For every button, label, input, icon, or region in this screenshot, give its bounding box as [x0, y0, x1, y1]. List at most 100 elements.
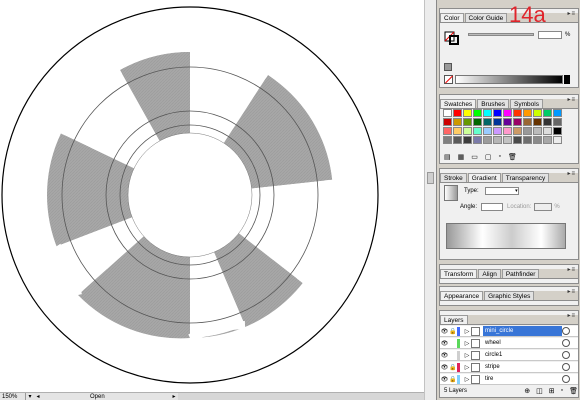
new-swatch-icon[interactable]: ▫ [499, 153, 501, 161]
tab-graphic-styles[interactable]: Graphic Styles [484, 291, 535, 300]
last-color-icon[interactable] [444, 63, 452, 71]
swatch[interactable] [533, 136, 542, 144]
swatch[interactable] [503, 127, 512, 135]
swatch[interactable] [503, 136, 512, 144]
gradient-slider[interactable] [446, 223, 566, 249]
visibility-eye-icon[interactable]: 👁 [440, 376, 449, 383]
tab-symbols[interactable]: Symbols [510, 99, 543, 108]
swatch[interactable] [483, 118, 492, 126]
swatch[interactable] [493, 118, 502, 126]
swatch[interactable] [473, 136, 482, 144]
panel-menu-icon[interactable]: ▸≡ [567, 170, 576, 177]
gradient-preview[interactable] [444, 185, 458, 201]
tab-layers[interactable]: Layers [440, 315, 468, 324]
swatch[interactable] [553, 127, 562, 135]
target-circle-icon[interactable] [562, 327, 570, 335]
swatch[interactable] [493, 127, 502, 135]
swatch[interactable] [453, 136, 462, 144]
visibility-eye-icon[interactable]: 👁 [440, 364, 449, 371]
panel-menu-icon[interactable]: ▸≡ [567, 288, 576, 295]
panel-menu-icon[interactable]: ▸≡ [567, 10, 576, 17]
locate-object-icon[interactable]: ⊕ [524, 387, 530, 395]
swatch[interactable] [543, 109, 552, 117]
swatch[interactable] [463, 118, 472, 126]
delete-swatch-icon[interactable]: 🗑 [508, 153, 517, 161]
location-field[interactable] [534, 203, 553, 211]
tab-gradient[interactable]: Gradient [467, 173, 501, 182]
tab-stroke[interactable]: Stroke [440, 173, 467, 182]
swatch[interactable] [453, 118, 462, 126]
panel-menu-icon[interactable]: ▸≡ [567, 96, 576, 103]
swatch[interactable] [523, 136, 532, 144]
angle-field[interactable] [481, 203, 504, 211]
make-clipping-mask-icon[interactable]: ◫ [536, 387, 543, 395]
visibility-eye-icon[interactable]: 👁 [440, 352, 449, 359]
layer-row[interactable]: 👁 ▷ wheel [440, 338, 578, 349]
horizontal-scrollbar[interactable] [178, 393, 424, 400]
fill-stroke-icon[interactable] [444, 31, 460, 45]
new-color-group-icon[interactable]: ▢ [485, 153, 492, 161]
swatch[interactable] [543, 127, 552, 135]
target-circle-icon[interactable] [562, 351, 570, 359]
scroll-thumb[interactable] [427, 172, 434, 184]
swatch[interactable] [493, 136, 502, 144]
tab-color-guide[interactable]: Color Guide [464, 13, 508, 22]
swatch[interactable] [513, 118, 522, 126]
vertical-scrollbar[interactable] [424, 0, 436, 400]
lock-icon[interactable]: 🔒 [449, 328, 457, 335]
expand-triangle-icon[interactable]: ▷ [463, 352, 471, 359]
target-circle-icon[interactable] [562, 339, 570, 347]
swatch[interactable] [463, 109, 472, 117]
swatch[interactable] [553, 136, 562, 144]
swatch[interactable] [473, 127, 482, 135]
panel-menu-icon[interactable]: ▸≡ [567, 266, 576, 273]
swatch[interactable] [493, 109, 502, 117]
layer-name[interactable]: wheel [483, 338, 562, 348]
tint-slider[interactable] [468, 33, 534, 36]
wheel-artwork[interactable] [0, 0, 424, 392]
tab-transparency[interactable]: Transparency [501, 173, 550, 182]
color-spectrum-bar[interactable] [444, 75, 570, 84]
tab-color[interactable]: Color [440, 13, 464, 22]
new-sublayer-icon[interactable]: ⊞ [549, 387, 555, 395]
tab-pathfinder[interactable]: Pathfinder [501, 269, 540, 278]
layer-row[interactable]: 👁 🔒 ▷ tire [440, 374, 578, 385]
target-circle-icon[interactable] [562, 363, 570, 371]
status-menu-icon[interactable]: ▸ [170, 393, 178, 400]
expand-triangle-icon[interactable]: ▷ [463, 328, 471, 335]
layer-name[interactable]: tire [483, 374, 562, 384]
swatch[interactable] [523, 109, 532, 117]
swatch[interactable] [443, 136, 452, 144]
artboard-prev-icon[interactable]: ◂ [34, 393, 42, 400]
tab-swatches[interactable]: Swatches [440, 99, 477, 108]
swatch[interactable] [483, 109, 492, 117]
swatch[interactable] [533, 118, 542, 126]
layer-name[interactable]: mini_circle [483, 326, 562, 336]
swatch[interactable] [513, 136, 522, 144]
zoom-level[interactable]: 150% [0, 393, 26, 400]
swatch[interactable] [523, 118, 532, 126]
swatch[interactable] [553, 109, 562, 117]
swatch[interactable] [533, 127, 542, 135]
tab-appearance[interactable]: Appearance [440, 291, 484, 300]
swatch[interactable] [523, 127, 532, 135]
lock-icon[interactable]: 🔒 [449, 376, 457, 383]
layer-name[interactable]: circle1 [483, 350, 562, 360]
swatch[interactable] [543, 136, 552, 144]
swatch[interactable] [443, 109, 452, 117]
visibility-eye-icon[interactable]: 👁 [440, 328, 449, 335]
delete-layer-icon[interactable]: 🗑 [569, 387, 578, 395]
swatch[interactable] [503, 109, 512, 117]
tab-brushes[interactable]: Brushes [477, 99, 510, 108]
visibility-eye-icon[interactable]: 👁 [440, 340, 449, 347]
gradient-type-select[interactable]: ▾ [484, 187, 519, 195]
swatch[interactable] [473, 118, 482, 126]
lock-icon[interactable]: 🔒 [449, 364, 457, 371]
expand-triangle-icon[interactable]: ▷ [463, 376, 471, 383]
target-circle-icon[interactable] [562, 375, 570, 383]
swatch[interactable] [533, 109, 542, 117]
swatch[interactable] [553, 118, 562, 126]
layer-row[interactable]: 👁 🔒 ▷ mini_circle [440, 326, 578, 337]
swatch[interactable] [483, 136, 492, 144]
zoom-dropdown-icon[interactable]: ▾ [26, 393, 34, 400]
